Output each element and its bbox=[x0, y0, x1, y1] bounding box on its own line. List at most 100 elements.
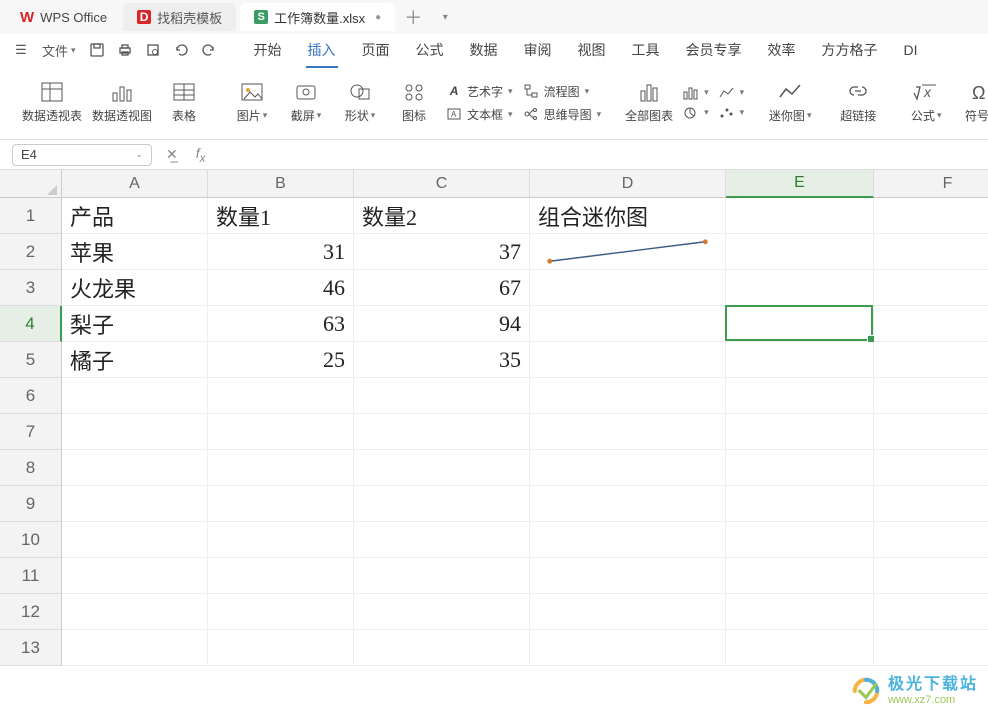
cell[interactable] bbox=[726, 522, 874, 558]
row-header[interactable]: 10 bbox=[0, 522, 62, 558]
cell[interactable]: 94 bbox=[354, 306, 530, 342]
chart-pie-button[interactable]: ▾ bbox=[683, 106, 709, 120]
cell[interactable] bbox=[874, 414, 988, 450]
cell[interactable]: 梨子 bbox=[62, 306, 208, 342]
save-icon[interactable] bbox=[84, 37, 110, 63]
row-header[interactable]: 5 bbox=[0, 342, 62, 378]
cell[interactable] bbox=[874, 486, 988, 522]
cell[interactable] bbox=[726, 342, 874, 378]
cell[interactable]: 25 bbox=[208, 342, 354, 378]
column-header[interactable]: E bbox=[726, 170, 874, 198]
cell[interactable] bbox=[726, 198, 874, 234]
cell[interactable] bbox=[874, 450, 988, 486]
equation-button[interactable]: x 公式 ▾ bbox=[904, 81, 948, 124]
column-header[interactable]: B bbox=[208, 170, 354, 198]
cell[interactable] bbox=[874, 594, 988, 630]
cell[interactable] bbox=[354, 594, 530, 630]
chart-scatter-button[interactable]: ▾ bbox=[719, 106, 745, 120]
row-header[interactable]: 13 bbox=[0, 630, 62, 666]
cell[interactable] bbox=[62, 558, 208, 594]
cell[interactable] bbox=[530, 234, 726, 270]
cell[interactable]: 数量2 bbox=[354, 198, 530, 234]
cell[interactable] bbox=[726, 486, 874, 522]
tab-add-button[interactable]: ＋ bbox=[399, 3, 427, 31]
cell[interactable] bbox=[354, 522, 530, 558]
cell[interactable]: 37 bbox=[354, 234, 530, 270]
spreadsheet-grid[interactable]: ABCDEF 12345678910111213 产品数量1数量2组合迷你图苹果… bbox=[0, 170, 988, 715]
cell[interactable] bbox=[354, 450, 530, 486]
cell[interactable]: 35 bbox=[354, 342, 530, 378]
cell[interactable] bbox=[874, 270, 988, 306]
cell[interactable]: 63 bbox=[208, 306, 354, 342]
cell[interactable] bbox=[208, 630, 354, 666]
cell[interactable] bbox=[208, 378, 354, 414]
cell[interactable] bbox=[208, 486, 354, 522]
row-header[interactable]: 11 bbox=[0, 558, 62, 594]
wordart-button[interactable]: A艺术字 ▾ bbox=[446, 83, 513, 100]
cell[interactable] bbox=[354, 630, 530, 666]
cell[interactable] bbox=[874, 630, 988, 666]
cell[interactable] bbox=[530, 378, 726, 414]
cell[interactable] bbox=[62, 378, 208, 414]
menu-hamburger-icon[interactable]: ☰ bbox=[8, 37, 34, 63]
cell[interactable] bbox=[530, 270, 726, 306]
menu-di[interactable]: DI bbox=[892, 36, 930, 64]
shapes-button[interactable]: 形状 ▾ bbox=[338, 81, 382, 124]
row-header[interactable]: 6 bbox=[0, 378, 62, 414]
cell[interactable]: 67 bbox=[354, 270, 530, 306]
column-header[interactable]: A bbox=[62, 170, 208, 198]
print-icon[interactable] bbox=[112, 37, 138, 63]
menu-member[interactable]: 会员专享 bbox=[674, 34, 754, 66]
cell[interactable] bbox=[530, 342, 726, 378]
menu-view[interactable]: 视图 bbox=[566, 34, 618, 66]
cell[interactable] bbox=[530, 306, 726, 342]
cell[interactable] bbox=[354, 378, 530, 414]
cell[interactable] bbox=[726, 234, 874, 270]
cell[interactable] bbox=[354, 558, 530, 594]
cell[interactable] bbox=[208, 450, 354, 486]
screenshot-button[interactable]: 截屏 ▾ bbox=[284, 81, 328, 124]
cell[interactable] bbox=[530, 594, 726, 630]
row-header[interactable]: 2 bbox=[0, 234, 62, 270]
cell[interactable]: 橘子 bbox=[62, 342, 208, 378]
cell[interactable]: 数量1 bbox=[208, 198, 354, 234]
cell[interactable] bbox=[62, 594, 208, 630]
cell[interactable] bbox=[874, 306, 988, 342]
menu-data[interactable]: 数据 bbox=[458, 34, 510, 66]
mindmap-button[interactable]: 思维导图 ▾ bbox=[523, 106, 602, 123]
cell[interactable] bbox=[62, 414, 208, 450]
cell[interactable] bbox=[62, 630, 208, 666]
cell[interactable] bbox=[530, 522, 726, 558]
select-all-corner[interactable] bbox=[0, 170, 62, 198]
menu-efficiency[interactable]: 效率 bbox=[756, 34, 808, 66]
cell[interactable] bbox=[62, 522, 208, 558]
cell[interactable]: 苹果 bbox=[62, 234, 208, 270]
cell[interactable] bbox=[530, 486, 726, 522]
fx-icon[interactable]: fx bbox=[192, 145, 210, 165]
column-header[interactable]: C bbox=[354, 170, 530, 198]
menu-start[interactable]: 开始 bbox=[242, 34, 294, 66]
cell[interactable] bbox=[62, 486, 208, 522]
cell[interactable]: 火龙果 bbox=[62, 270, 208, 306]
cell[interactable] bbox=[874, 198, 988, 234]
pivot-table-button[interactable]: 数据透视表 bbox=[22, 81, 82, 124]
sparkline-button[interactable]: 迷你图 ▾ bbox=[768, 81, 812, 124]
cell[interactable] bbox=[726, 270, 874, 306]
cell[interactable] bbox=[874, 342, 988, 378]
cell[interactable]: 产品 bbox=[62, 198, 208, 234]
cell[interactable] bbox=[530, 414, 726, 450]
menu-review[interactable]: 审阅 bbox=[512, 34, 564, 66]
cell[interactable]: 31 bbox=[208, 234, 354, 270]
file-menu[interactable]: 文件 ▾ bbox=[36, 37, 82, 63]
cell[interactable] bbox=[726, 414, 874, 450]
name-box[interactable]: E4 ⌄ bbox=[12, 144, 152, 166]
cell[interactable] bbox=[530, 630, 726, 666]
cell[interactable] bbox=[726, 630, 874, 666]
undo-icon[interactable] bbox=[168, 37, 194, 63]
all-charts-button[interactable]: 全部图表 bbox=[625, 81, 673, 124]
cancel-icon[interactable]: ✕̲ bbox=[162, 146, 182, 163]
cell[interactable] bbox=[874, 558, 988, 594]
menu-ffgz[interactable]: 方方格子 bbox=[810, 34, 890, 66]
symbol-button[interactable]: Ω 符号 ▾ bbox=[958, 81, 988, 124]
cell[interactable] bbox=[62, 450, 208, 486]
